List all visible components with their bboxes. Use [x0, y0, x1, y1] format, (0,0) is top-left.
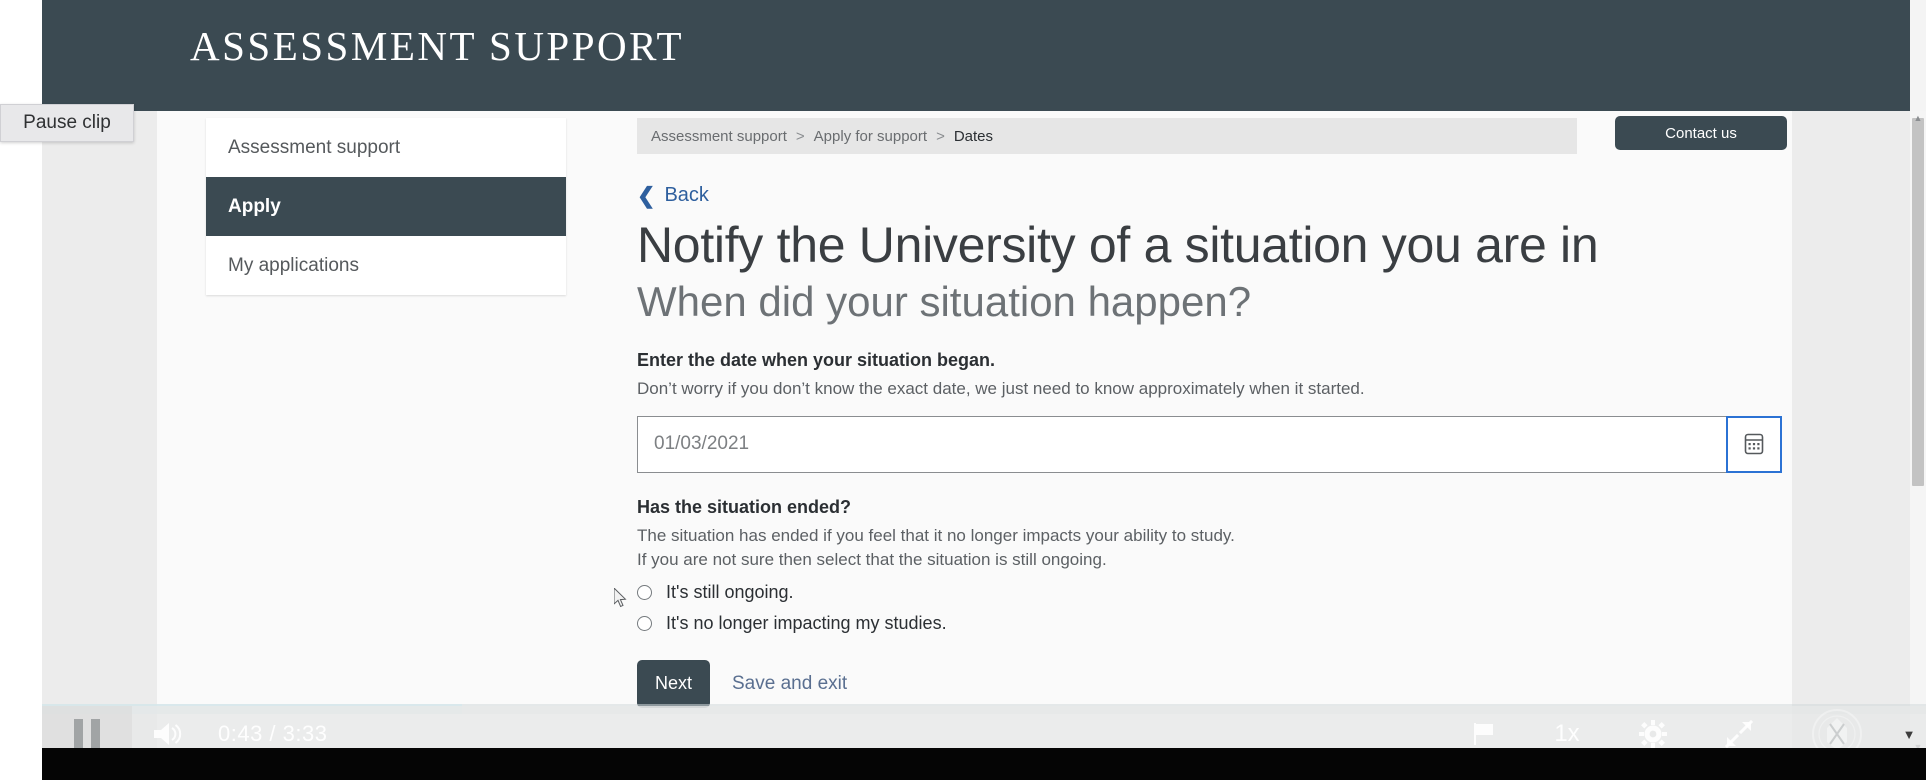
page-title: Notify the University of a situation you… — [637, 216, 1599, 273]
sidebar-item-label: Assessment support — [228, 136, 401, 158]
ended-field-help-line2: If you are not sure then select that the… — [637, 550, 1107, 570]
player-letterbox-bar — [42, 748, 1926, 780]
contact-us-button[interactable]: Contact us — [1615, 116, 1787, 150]
radio-button-icon[interactable] — [637, 584, 652, 600]
breadcrumb-separator: > — [795, 127, 805, 145]
breadcrumb-item-1[interactable]: Assessment support — [651, 128, 787, 145]
breadcrumb-item-2[interactable]: Apply for support — [814, 128, 927, 145]
radio-option-label: It's still ongoing. — [666, 581, 794, 602]
date-field-row — [637, 415, 1782, 473]
form-actions: Next Save and exit — [637, 659, 1787, 708]
pause-clip-tooltip: Pause clip — [0, 104, 134, 142]
save-and-exit-link[interactable]: Save and exit — [732, 673, 847, 695]
sidebar-item-apply[interactable]: Apply — [206, 177, 566, 236]
breadcrumb-separator: > — [936, 127, 945, 145]
sidebar-nav: Assessment support Apply My applications — [206, 118, 566, 295]
chevron-left-icon: ❮ — [637, 182, 656, 208]
page-scrollbar-thumb[interactable] — [1912, 118, 1924, 486]
ended-field-label: Has the situation ended? — [637, 496, 852, 517]
breadcrumb: Assessment support > Apply for support >… — [637, 118, 1577, 154]
sidebar-item-my-applications[interactable]: My applications — [206, 236, 566, 295]
back-link-label: Back — [664, 184, 709, 206]
next-button[interactable]: Next — [637, 659, 710, 708]
date-field-label: Enter the date when your situation began… — [637, 349, 996, 370]
recorded-web-page: ASSESSMENT SUPPORT Assessment support Ap… — [42, 0, 1926, 752]
breadcrumb-item-3: Dates — [953, 127, 994, 145]
page-subtitle: When did your situation happen? — [637, 277, 1252, 325]
main-content: Assessment support > Apply for support >… — [637, 116, 1787, 708]
back-link[interactable]: ❮ Back — [637, 184, 709, 207]
sidebar-item-label: My applications — [228, 254, 359, 276]
time-display: 0:43 / 3:33 — [218, 721, 328, 746]
site-title: ASSESSMENT SUPPORT — [190, 23, 685, 69]
caret-up-icon[interactable]: ▲ — [1913, 113, 1923, 123]
date-input[interactable] — [637, 415, 1726, 473]
ended-field-help-line1: The situation has ended if you feel that… — [637, 525, 1235, 545]
video-player-stage: ASSESSMENT SUPPORT Assessment support Ap… — [0, 0, 1926, 780]
radio-option-no-longer-impacting[interactable]: It's no longer impacting my studies. — [637, 613, 1787, 634]
site-banner: ASSESSMENT SUPPORT — [42, 0, 1910, 111]
date-field-help: Don’t worry if you don’t know the exact … — [637, 378, 1365, 398]
breadcrumb-row: Assessment support > Apply for support >… — [637, 116, 1787, 158]
tooltip-label: Pause clip — [23, 112, 111, 133]
sidebar-item-assessment-support[interactable]: Assessment support — [206, 118, 566, 177]
radio-button-icon[interactable] — [637, 615, 652, 631]
calendar-icon[interactable] — [1726, 415, 1782, 473]
radio-option-still-ongoing[interactable]: It's still ongoing. — [637, 582, 1787, 603]
sidebar-item-label: Apply — [228, 195, 281, 217]
radio-option-label: It's no longer impacting my studies. — [666, 612, 947, 633]
